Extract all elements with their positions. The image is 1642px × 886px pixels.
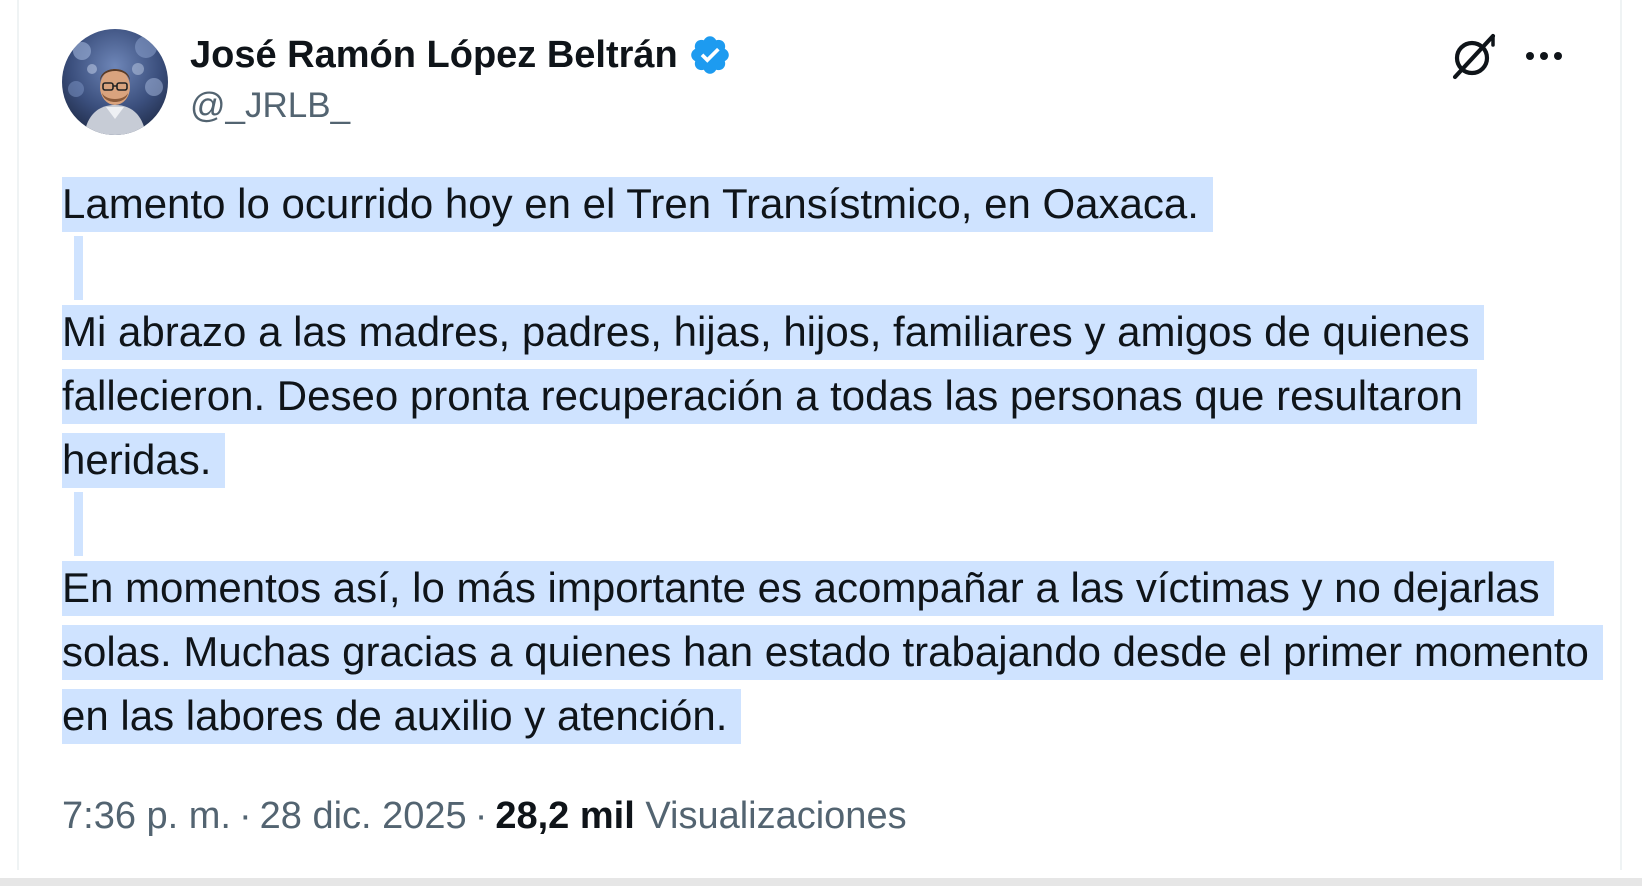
author-name-row: José Ramón López Beltrán	[190, 30, 732, 80]
tweet-date[interactable]: 28 dic. 2025	[260, 795, 467, 837]
tweet-time[interactable]: 7:36 p. m.	[62, 795, 231, 837]
tweet-paragraph: En momentos así, lo más importante es ac…	[62, 556, 1603, 748]
card-border-bottom	[0, 878, 1642, 886]
tweet-meta: 7:36 p. m. · 28 dic. 2025 · 28,2 mil Visuali…	[62, 795, 907, 838]
views-count[interactable]: 28,2 mil	[495, 795, 634, 837]
card-border-left	[17, 0, 19, 870]
tweet-card: José Ramón López Beltrán @_JRLB_ Lamento…	[0, 0, 1642, 886]
tweet-paragraph-text: Lamento lo ocurrido hoy en el Tren Trans…	[62, 177, 1213, 232]
author-display-name[interactable]: José Ramón López Beltrán	[190, 34, 678, 77]
avatar-image	[62, 29, 168, 135]
selected-blank-line	[62, 492, 1602, 556]
meta-separator: ·	[474, 795, 488, 837]
avatar[interactable]	[62, 29, 168, 135]
tweet-paragraph-text: En momentos así, lo más importante es ac…	[62, 561, 1603, 744]
selected-blank-line	[62, 236, 1602, 300]
tweet-paragraph-text: Mi abrazo a las madres, padres, hijas, h…	[62, 305, 1484, 488]
meta-separator: ·	[238, 795, 252, 837]
author-handle[interactable]: @_JRLB_	[190, 86, 350, 126]
tweet-paragraph: Mi abrazo a las madres, padres, hijas, h…	[62, 300, 1602, 492]
card-border-right	[1620, 0, 1622, 870]
views-label: Visualizaciones	[645, 795, 907, 837]
more-options-icon[interactable]	[1522, 42, 1566, 70]
grok-icon[interactable]	[1448, 30, 1500, 82]
tweet-text: Lamento lo ocurrido hoy en el Tren Trans…	[62, 172, 1603, 748]
verified-badge-icon[interactable]	[688, 33, 732, 77]
tweet-paragraph: Lamento lo ocurrido hoy en el Tren Trans…	[62, 172, 1602, 236]
